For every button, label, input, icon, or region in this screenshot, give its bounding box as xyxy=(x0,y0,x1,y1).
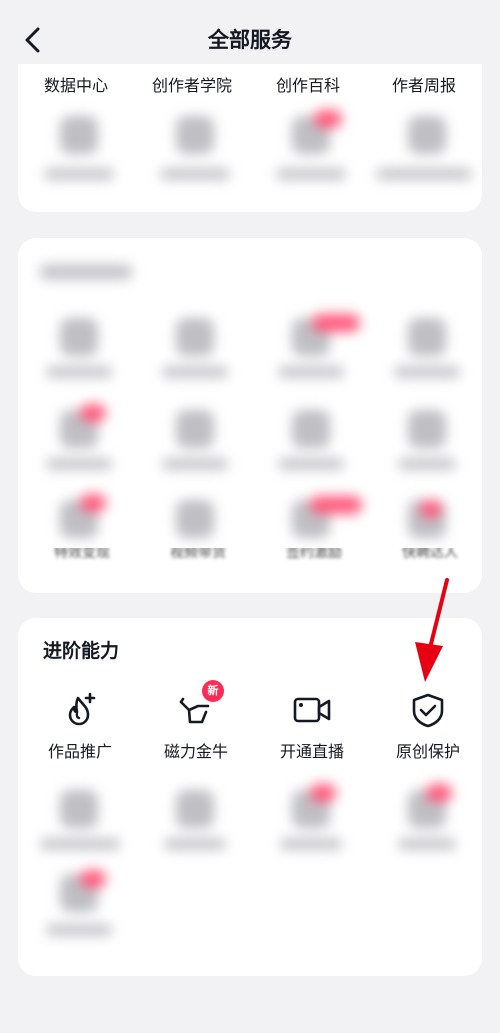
annotation-arrow xyxy=(415,578,449,682)
